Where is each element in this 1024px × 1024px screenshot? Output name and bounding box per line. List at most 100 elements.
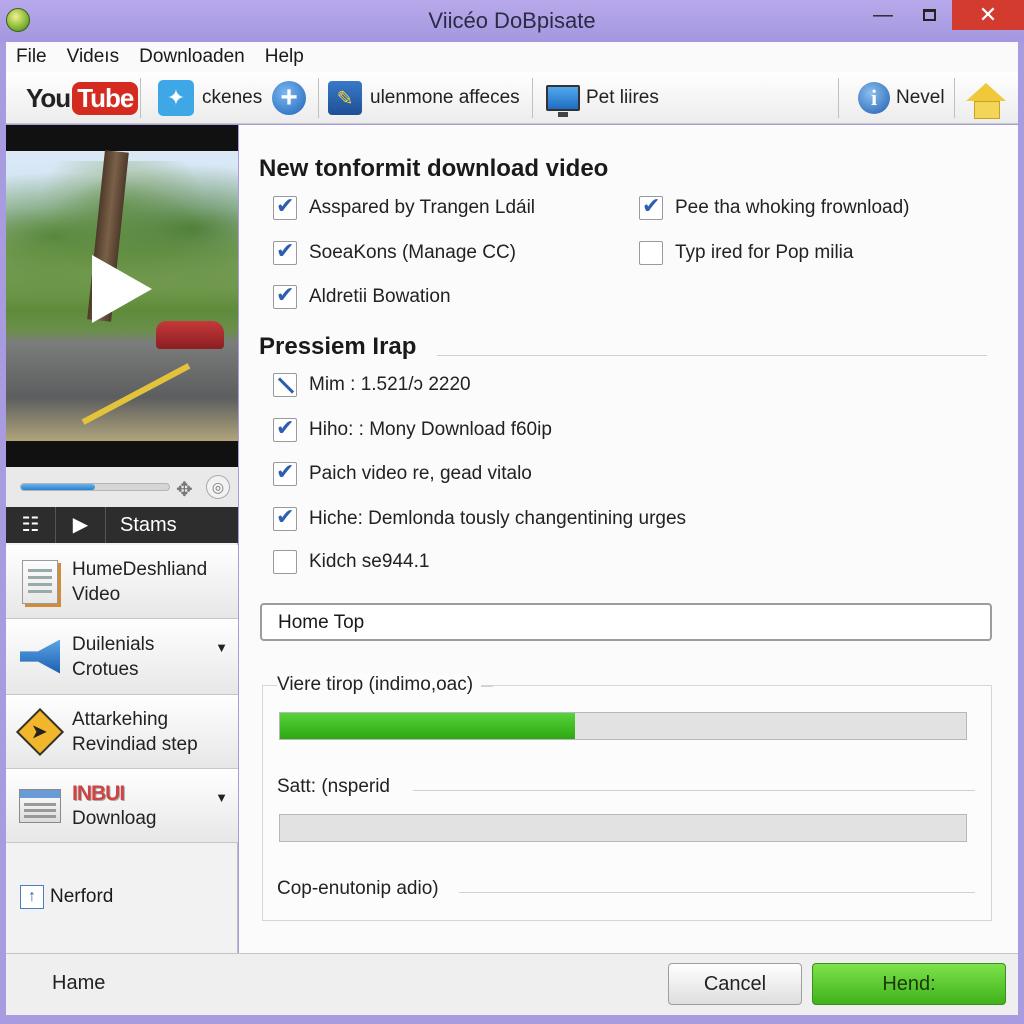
checkbox[interactable] (639, 241, 663, 265)
home-button[interactable] (966, 72, 1006, 124)
info-icon: i (858, 82, 890, 114)
maximize-icon (922, 9, 936, 21)
sidebar-link-label: Nerford (50, 886, 114, 907)
home-icon (966, 83, 1006, 119)
option-label: Typ ired for Pop milia (675, 242, 854, 263)
bottom-bar: Hame Cancel Hend: (6, 953, 1018, 1015)
sidebar-item-credentials[interactable]: Duilenials Crotues ▼ (6, 619, 238, 695)
location-input[interactable]: Home Top (260, 603, 992, 641)
menu-help[interactable]: Help (255, 46, 314, 68)
section-title-preset: Pressiem Irap (259, 333, 417, 360)
group-rule (413, 790, 975, 791)
play-icon[interactable] (92, 255, 152, 323)
sidebar-link-nerford[interactable]: ↑ Nerford (20, 885, 113, 909)
edit-button[interactable]: ✎ ulenmone affeces (328, 72, 520, 124)
megaphone-icon (18, 635, 62, 679)
toolbar-separator (838, 78, 839, 118)
upload-icon: ↑ (20, 885, 44, 909)
menu-file[interactable]: File (6, 46, 57, 68)
cancel-button[interactable]: Cancel (668, 963, 802, 1005)
toolbar-separator (532, 78, 533, 118)
menu-bar: File Videıs Downloaden Help (6, 42, 1018, 72)
option-row[interactable]: Hiche: Demlonda tously changentining urg… (273, 504, 687, 531)
sidebar-item-label: INBUI Downloag (72, 781, 157, 829)
twitter-bird-icon: ✦ (158, 80, 194, 116)
maximize-button[interactable] (906, 0, 952, 30)
checkbox[interactable] (273, 415, 297, 442)
checkbox[interactable] (273, 193, 297, 220)
plus-icon: + (272, 81, 306, 115)
player-status-label: Stams (120, 513, 177, 536)
toolbar: You Tube ✦ ckenes + ✎ ulenmone affeces P… (6, 72, 1018, 124)
seek-track[interactable] (20, 483, 170, 491)
left-panel: ✥ ◎ ☷ ▶ Stams HumeDeshliand Video Duilen… (6, 125, 238, 953)
menu-videos[interactable]: Videıs (57, 46, 129, 68)
info-button-label: Nevel (896, 87, 945, 108)
checkbox[interactable] (273, 459, 297, 486)
menu-downloaden[interactable]: Downloaden (129, 46, 255, 68)
chevron-down-icon[interactable]: ▼ (215, 635, 228, 660)
option-row[interactable]: Hiho: : Mony Download f60ip (273, 415, 552, 442)
option-row[interactable]: Mim : 1.521/ɔ 2220 (273, 373, 471, 397)
send-button[interactable]: Hend: (812, 963, 1006, 1005)
youtube-logo-tube: Tube (72, 81, 139, 115)
volume-icon[interactable]: ◎ (206, 475, 230, 499)
checkbox[interactable] (273, 373, 297, 397)
sidebar-item-attaching[interactable]: ➤ Attarkehing Revindiad step (6, 695, 238, 769)
progress-label-2: Satt: (nsperid (277, 776, 398, 798)
close-button[interactable]: ✕ (952, 0, 1024, 30)
window-icon (18, 784, 62, 828)
option-row[interactable]: Paich video re, gead vitalo (273, 459, 532, 486)
home-label[interactable]: Hame (52, 972, 105, 995)
thumbnail-road-line (81, 363, 191, 425)
checkbox[interactable] (273, 504, 297, 531)
option-row[interactable]: Aldretii Bowation (273, 282, 451, 309)
grid-view-icon[interactable]: ☷ (6, 507, 56, 543)
add-button[interactable]: + (272, 72, 306, 124)
option-label: Aldretii Bowation (309, 286, 451, 307)
checkbox[interactable] (273, 238, 297, 265)
youtube-button[interactable]: You Tube (26, 72, 139, 124)
document-icon (18, 559, 62, 604)
warning-sign-icon: ➤ (15, 707, 65, 756)
checkbox[interactable] (273, 550, 297, 574)
minimize-button[interactable]: — (860, 0, 906, 30)
seek-fill (21, 484, 95, 490)
video-preview[interactable] (6, 125, 238, 467)
thumbnail-car (156, 321, 224, 349)
seek-bar: ✥ ◎ (6, 467, 238, 507)
sidebar-item-home-download[interactable]: HumeDeshliand Video (6, 545, 238, 619)
youtube-logo-you: You (26, 82, 71, 113)
section-title-download: New tonformit download video (259, 155, 609, 182)
info-button[interactable]: i Nevel (858, 72, 945, 124)
option-label: Hiho: : Mony Download f60ip (309, 419, 552, 440)
option-label: SoeaKons (Manage CC) (309, 242, 516, 263)
option-label: Kidch se944.1 (309, 551, 430, 572)
move-handle-icon[interactable]: ✥ (176, 477, 193, 502)
toolbar-separator (140, 78, 141, 118)
status-label: Cop-enutonip adio) (277, 878, 447, 900)
option-row[interactable]: Typ ired for Pop milia (639, 241, 853, 265)
option-row[interactable]: Asspared by Trangen Ldáil (273, 193, 536, 220)
monitor-button-label: Pet liires (586, 87, 659, 108)
monitor-button[interactable]: Pet liires (546, 72, 659, 124)
twitter-button[interactable]: ✦ ckenes (158, 72, 262, 124)
sidebar-item-download[interactable]: INBUI Downloag ▼ (6, 769, 238, 843)
option-row[interactable]: Kidch se944.1 (273, 550, 429, 574)
checkbox[interactable] (639, 193, 663, 220)
option-label: Paich video re, gead vitalo (309, 463, 532, 484)
option-row[interactable]: SoeaKons (Manage CC) (273, 238, 516, 265)
title-bar[interactable]: Viicéo DoBpisate — ✕ (0, 0, 1024, 42)
option-label: Asspared by Trangen Ldáil (309, 197, 536, 218)
option-row[interactable]: Pee tha whoking frownload) (639, 193, 909, 220)
option-label: Hiche: Demlonda tously changentining urg… (309, 508, 687, 529)
progress-group: Viere tirop (indimo,oac) Satt: (nsperid … (262, 674, 992, 921)
progress-bar-1 (279, 712, 967, 740)
play-button-icon[interactable]: ▶ (56, 507, 106, 543)
group-rule (459, 892, 975, 893)
sidebar-item-label: Duilenials Crotues (72, 633, 155, 680)
section-divider (437, 355, 987, 356)
checkbox[interactable] (273, 282, 297, 309)
main-panel: New tonformit download video Asspared by… (239, 125, 1018, 953)
chevron-down-icon[interactable]: ▼ (215, 785, 228, 810)
